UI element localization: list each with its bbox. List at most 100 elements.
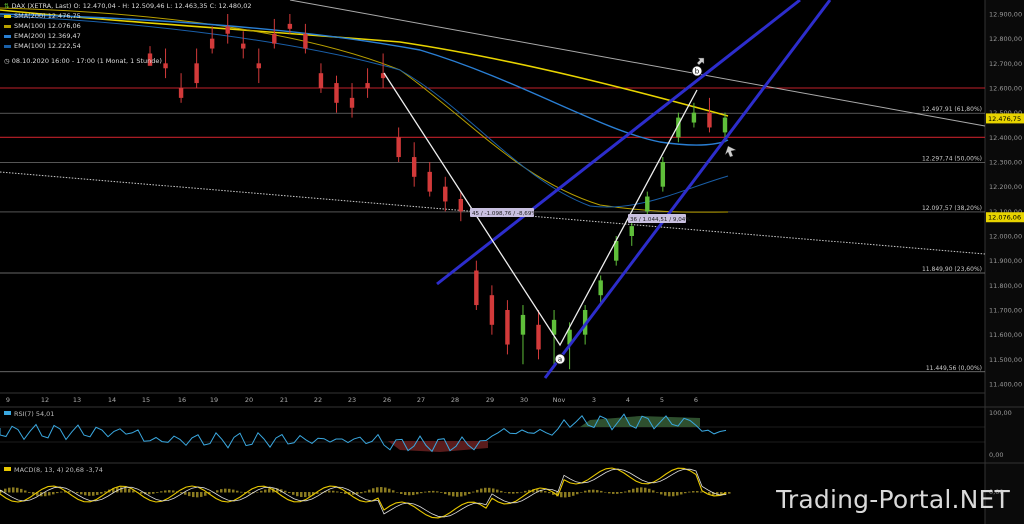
macd-histogram-bar — [52, 492, 55, 495]
candle-body — [474, 270, 479, 306]
legend-label: EMA(200) 12.369,47 — [14, 32, 81, 40]
wave-marker-label: a — [558, 356, 562, 364]
macd-histogram-bar — [284, 490, 287, 493]
macd-histogram-bar — [616, 492, 619, 494]
macd-histogram-bar — [400, 492, 403, 494]
macd-histogram-bar — [168, 490, 171, 493]
candle-body — [365, 83, 370, 88]
macd-histogram-bar — [632, 488, 635, 493]
candle-body — [411, 157, 417, 177]
macd-histogram-bar — [680, 492, 683, 495]
macd-histogram-bar — [468, 492, 471, 494]
candle-body — [707, 112, 712, 128]
header-line: ⇅ DAX (XETRA, Last) O: 12.470,04 - H: 12… — [4, 1, 251, 11]
x-tick-label: 23 — [348, 396, 356, 404]
y-tick-label: 11.500,00 — [989, 356, 1022, 364]
macd-histogram-bar — [200, 492, 203, 497]
macd-histogram-bar — [452, 492, 455, 497]
macd-histogram-bar — [224, 488, 227, 493]
macd-histogram-bar — [624, 491, 627, 493]
macd-histogram-bar — [524, 490, 527, 493]
x-tick-label: 30 — [520, 396, 528, 404]
macd-histogram-bar — [676, 492, 679, 496]
macd-histogram-bar — [268, 488, 271, 493]
macd-histogram-bar — [248, 492, 251, 494]
candle-body — [194, 63, 199, 84]
macd-histogram-bar — [152, 492, 155, 494]
candle-body — [520, 314, 526, 335]
macd-histogram-bar — [416, 492, 419, 495]
macd-histogram-bar — [48, 492, 51, 496]
macd-histogram-bar — [728, 492, 731, 494]
macd-histogram-bar — [308, 492, 311, 497]
price-badge-label: 12.076,06 — [988, 214, 1021, 222]
y-tick-label: 11.600,00 — [989, 331, 1022, 339]
x-tick-label: 16 — [178, 396, 186, 404]
macd-histogram-bar — [644, 487, 647, 493]
macd-histogram-bar — [692, 491, 695, 493]
macd-histogram-bar — [304, 492, 307, 498]
macd-histogram-bar — [548, 492, 551, 494]
macd-histogram-bar — [580, 492, 583, 493]
macd-histogram-bar — [60, 491, 63, 493]
legend-label: SMA(200) 12.476,75 — [14, 12, 81, 20]
macd-histogram-bar — [392, 490, 395, 493]
macd-histogram-bar — [16, 487, 19, 493]
macd-histogram-bar — [180, 492, 183, 494]
macd-histogram-bar — [260, 490, 263, 493]
candle-body — [396, 137, 401, 158]
candle-body — [505, 310, 510, 345]
macd-histogram-bar — [612, 492, 615, 494]
x-tick-label: 9 — [6, 396, 10, 404]
macd-histogram-bar — [100, 492, 103, 494]
fib-level-label: 12.497,91 (61,80%) — [922, 106, 982, 113]
macd-histogram-bar — [424, 491, 427, 493]
y-tick-label: 12.300,00 — [989, 159, 1022, 167]
macd-histogram-bar — [384, 487, 387, 493]
wave-marker-label: b — [695, 68, 700, 76]
macd-histogram-bar — [684, 492, 687, 494]
candle-body — [691, 112, 697, 123]
macd-histogram-bar — [320, 491, 323, 493]
x-tick-label: 14 — [108, 396, 116, 404]
macd-histogram-bar — [396, 491, 399, 493]
macd-histogram-bar — [408, 492, 411, 496]
macd-histogram-bar — [428, 490, 431, 493]
macd-histogram-bar — [504, 492, 507, 493]
macd-histogram-bar — [380, 487, 383, 493]
x-tick-label: 26 — [383, 396, 391, 404]
macd-histogram-bar — [96, 492, 99, 495]
fib-level-label: 12.297,74 (50,00%) — [922, 156, 982, 163]
macd-histogram-bar — [440, 492, 443, 493]
macd-histogram-bar — [636, 487, 639, 493]
y-tick-label: 12.400,00 — [989, 134, 1022, 142]
macd-histogram-bar — [656, 492, 659, 493]
macd-histogram-bar — [652, 490, 655, 493]
y-tick-label: 11.700,00 — [989, 307, 1022, 315]
macd-swatch — [4, 467, 11, 471]
channel-line-upper — [436, 0, 801, 286]
x-tick-label: 19 — [210, 396, 218, 404]
macd-histogram-bar — [192, 492, 195, 498]
x-tick-label: 20 — [245, 396, 253, 404]
macd-histogram-bar — [360, 492, 363, 494]
macd-histogram-bar — [628, 490, 631, 493]
candle-body — [645, 196, 650, 212]
x-tick-label: 28 — [451, 396, 459, 404]
macd-histogram-bar — [420, 492, 423, 494]
macd-histogram-bar — [80, 492, 83, 495]
macd-histogram-bar — [332, 490, 335, 493]
rsi-tick-label: 0,00 — [989, 451, 1003, 459]
candle-body — [722, 117, 728, 133]
y-tick-label: 12.900,00 — [989, 11, 1022, 19]
macd-histogram-bar — [640, 487, 643, 493]
price-badge-label: 12.476,75 — [988, 115, 1021, 123]
macd-histogram-bar — [508, 492, 511, 494]
instrument-name: DAX (XETRA, Last) — [11, 2, 72, 10]
legend-label: SMA(100) 12.076,06 — [14, 22, 81, 30]
macd-histogram-bar — [412, 492, 415, 496]
macd-histogram-bar — [464, 492, 467, 496]
macd-histogram-bar — [140, 492, 143, 494]
wave-line — [383, 72, 698, 347]
macd-histogram-bar — [592, 489, 595, 493]
